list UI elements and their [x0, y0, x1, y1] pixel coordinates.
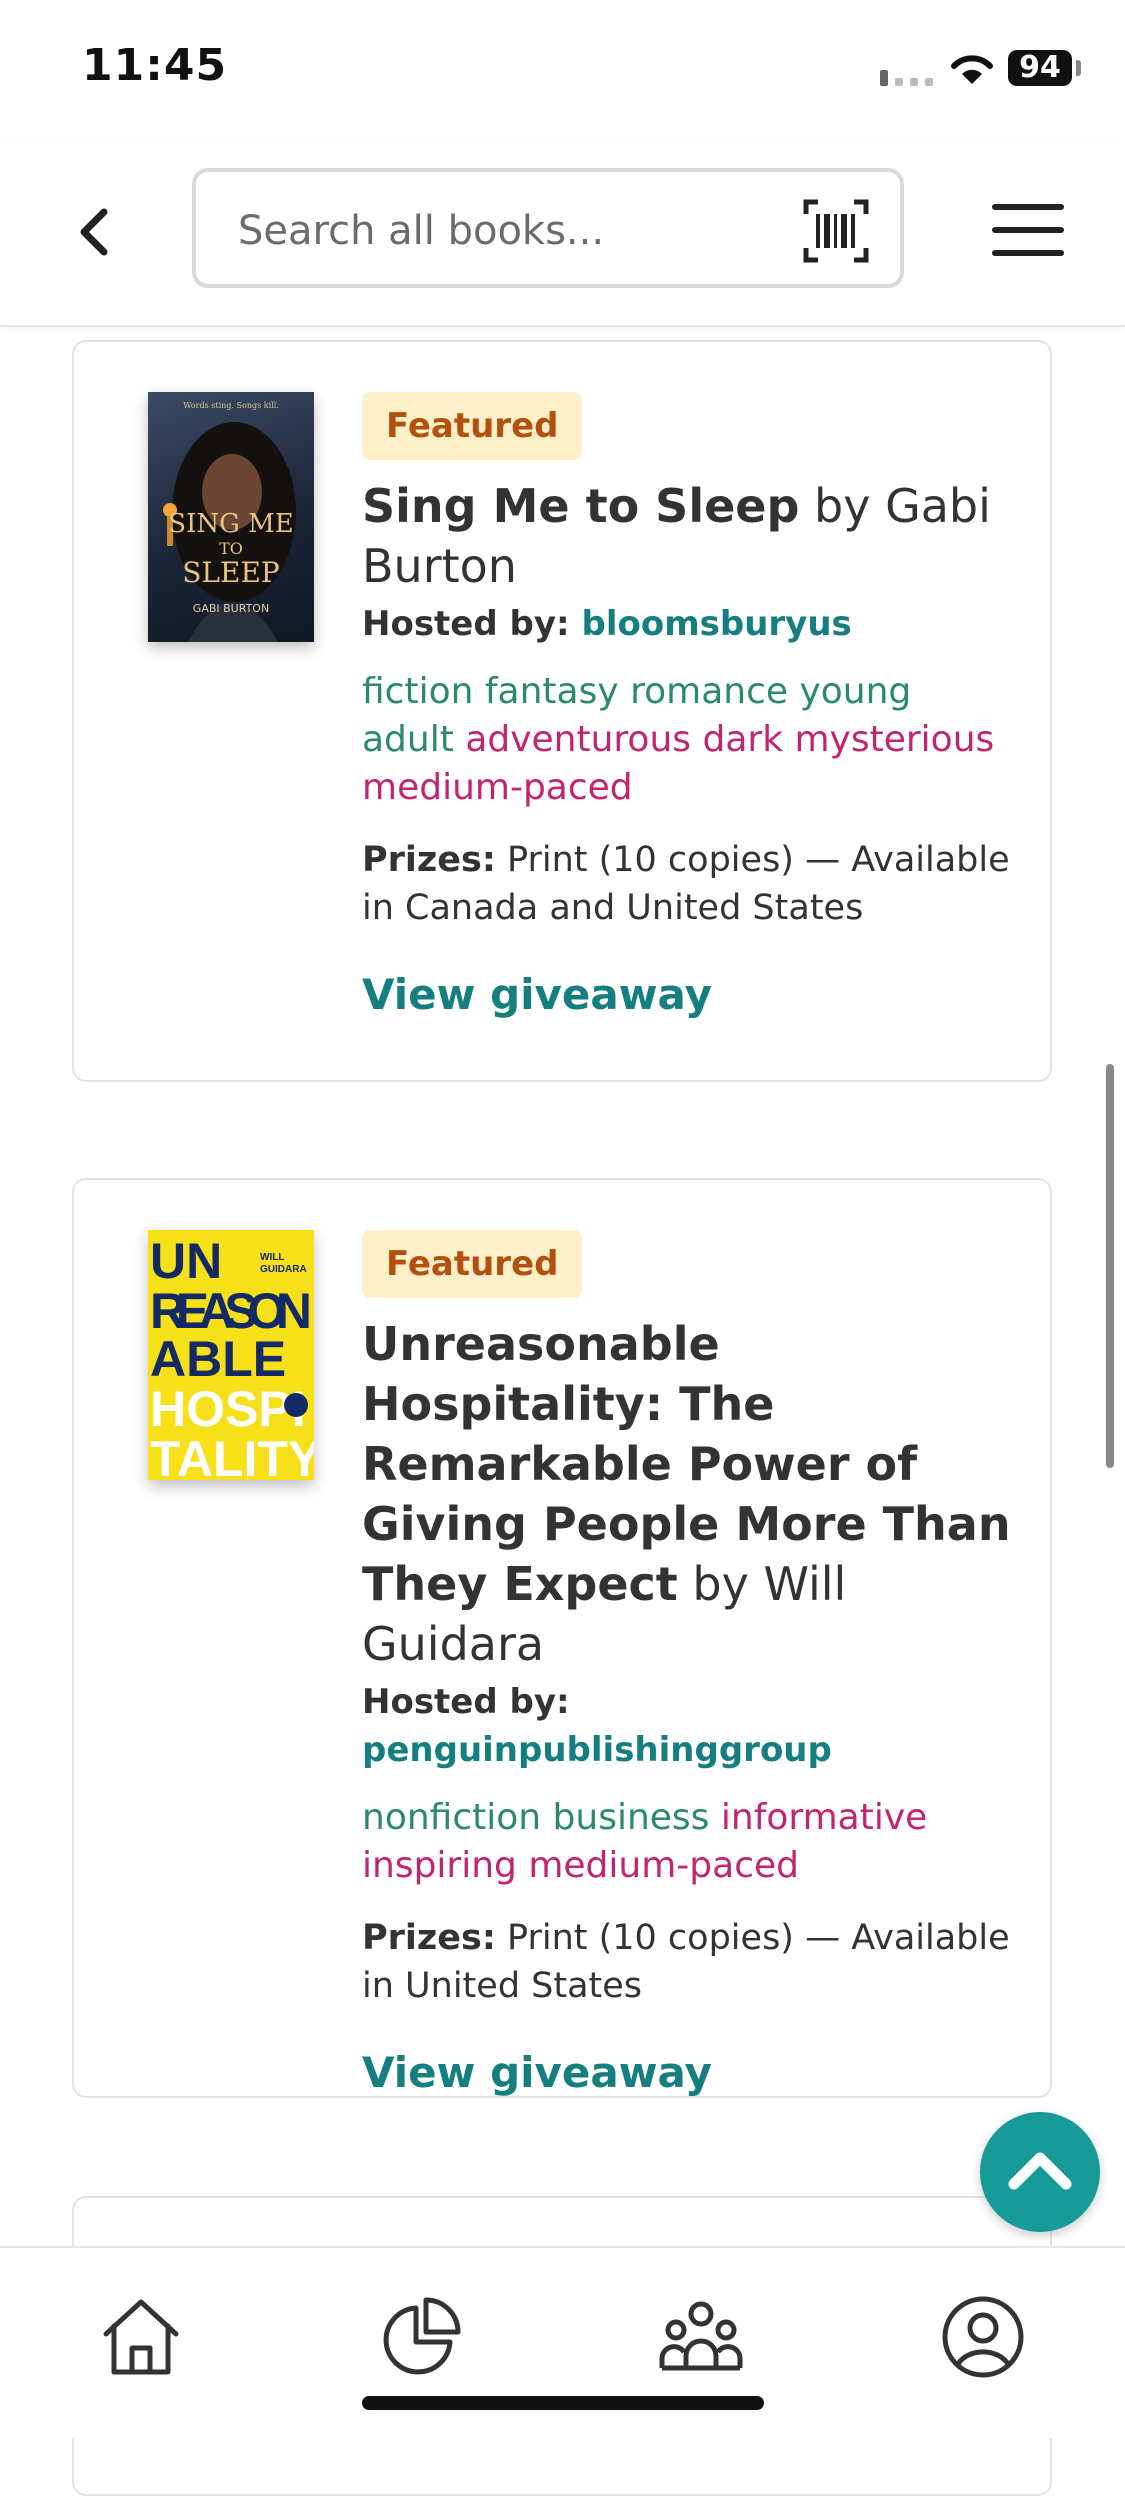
cover-author: GABI BURTON	[193, 602, 269, 615]
featured-badge: Featured	[362, 392, 583, 460]
giveaway-card: Words sting. Songs kill. SING ME TO SLEE…	[72, 340, 1052, 1082]
battery-tip	[1076, 60, 1081, 76]
scrollbar[interactable]	[1106, 1064, 1114, 1468]
cover-title-1: SING ME	[168, 509, 293, 539]
book-title-line: Sing Me to Sleep by Gabi Burton	[362, 476, 1012, 596]
hosted-by: Hosted by: bloomsburyus	[362, 600, 1012, 648]
prizes-label: Prizes:	[362, 1918, 496, 1958]
cover-title-4: HOSPI	[150, 1381, 306, 1437]
cover-title-1: UN	[150, 1233, 222, 1289]
view-giveaway-link[interactable]: View giveaway	[362, 2048, 712, 2097]
home-icon[interactable]	[96, 2292, 186, 2382]
featured-badge: Featured	[362, 1230, 583, 1298]
cover-author-1: WILL	[260, 1252, 284, 1263]
hosted-by-label: Hosted by:	[362, 1682, 570, 1722]
profile-icon[interactable]	[938, 2292, 1028, 2382]
hosted-by-label: Hosted by:	[362, 604, 570, 644]
stats-pie-chart-icon[interactable]	[376, 2292, 466, 2382]
cover-title-3: SLEEP	[182, 556, 280, 589]
search-bar[interactable]	[192, 168, 904, 288]
host-link[interactable]: bloomsburyus	[581, 604, 851, 644]
status-bar: 11:45 94	[0, 0, 1125, 140]
cover-title-3: ABLE	[150, 1331, 286, 1387]
battery-level: 94	[1008, 50, 1072, 86]
book-cover-image[interactable]: UN REASON ABLE HOSPI TALITY WILL GUIDARA	[148, 1230, 314, 1480]
mood-tags[interactable]: adventurous dark mysterious medium-paced	[362, 719, 994, 808]
genre-tags[interactable]: nonfiction business	[362, 1797, 709, 1838]
host-link[interactable]: penguinpublishinggroup	[362, 1726, 1012, 1774]
prizes-info: Prizes: Print (10 copies) — Available in…	[362, 1914, 1012, 2010]
top-header	[0, 140, 1125, 327]
prizes-label: Prizes:	[362, 840, 496, 880]
status-time: 11:45	[82, 40, 228, 91]
cellular-signal-icon	[880, 70, 933, 86]
book-title-line: Unreasonable Hospitality: The Remarkable…	[362, 1314, 1012, 1674]
book-cover-art: UN REASON ABLE HOSPI TALITY WILL GUIDARA	[150, 1233, 314, 1480]
wifi-icon	[951, 55, 993, 84]
search-input[interactable]	[236, 202, 760, 260]
barcode-scan-icon[interactable]	[802, 198, 870, 264]
book-tags: fiction fantasy romance young adult adve…	[362, 668, 1012, 812]
book-cover-image[interactable]: Words sting. Songs kill. SING ME TO SLEE…	[148, 392, 314, 642]
giveaway-details: Featured Unreasonable Hospitality: The R…	[362, 1230, 1012, 2097]
cover-title-5: TALITY	[150, 1431, 314, 1480]
book-title[interactable]: Sing Me to Sleep	[362, 479, 799, 533]
hosted-by: Hosted by: penguinpublishinggroup	[362, 1678, 1012, 1774]
chevron-up-icon	[1008, 2152, 1072, 2190]
giveaway-details: Featured Sing Me to Sleep by Gabi Burton…	[362, 392, 1012, 1019]
cover-tagline: Words sting. Songs kill.	[183, 401, 279, 410]
giveaway-card: UN REASON ABLE HOSPI TALITY WILL GUIDARA…	[72, 1178, 1052, 2098]
scroll-to-top-button[interactable]	[980, 2112, 1100, 2232]
view-giveaway-link[interactable]: View giveaway	[362, 970, 712, 1019]
back-arrow-icon[interactable]	[70, 202, 120, 262]
cover-author-2: GUIDARA	[260, 1264, 307, 1275]
community-icon[interactable]	[656, 2292, 746, 2382]
book-cover-art: Words sting. Songs kill. SING ME TO SLEE…	[163, 401, 296, 642]
home-indicator	[362, 2396, 764, 2410]
prizes-info: Prizes: Print (10 copies) — Available in…	[362, 836, 1012, 932]
book-tags: nonfiction business informative inspirin…	[362, 1794, 1012, 1890]
hamburger-menu-icon[interactable]	[990, 198, 1066, 262]
